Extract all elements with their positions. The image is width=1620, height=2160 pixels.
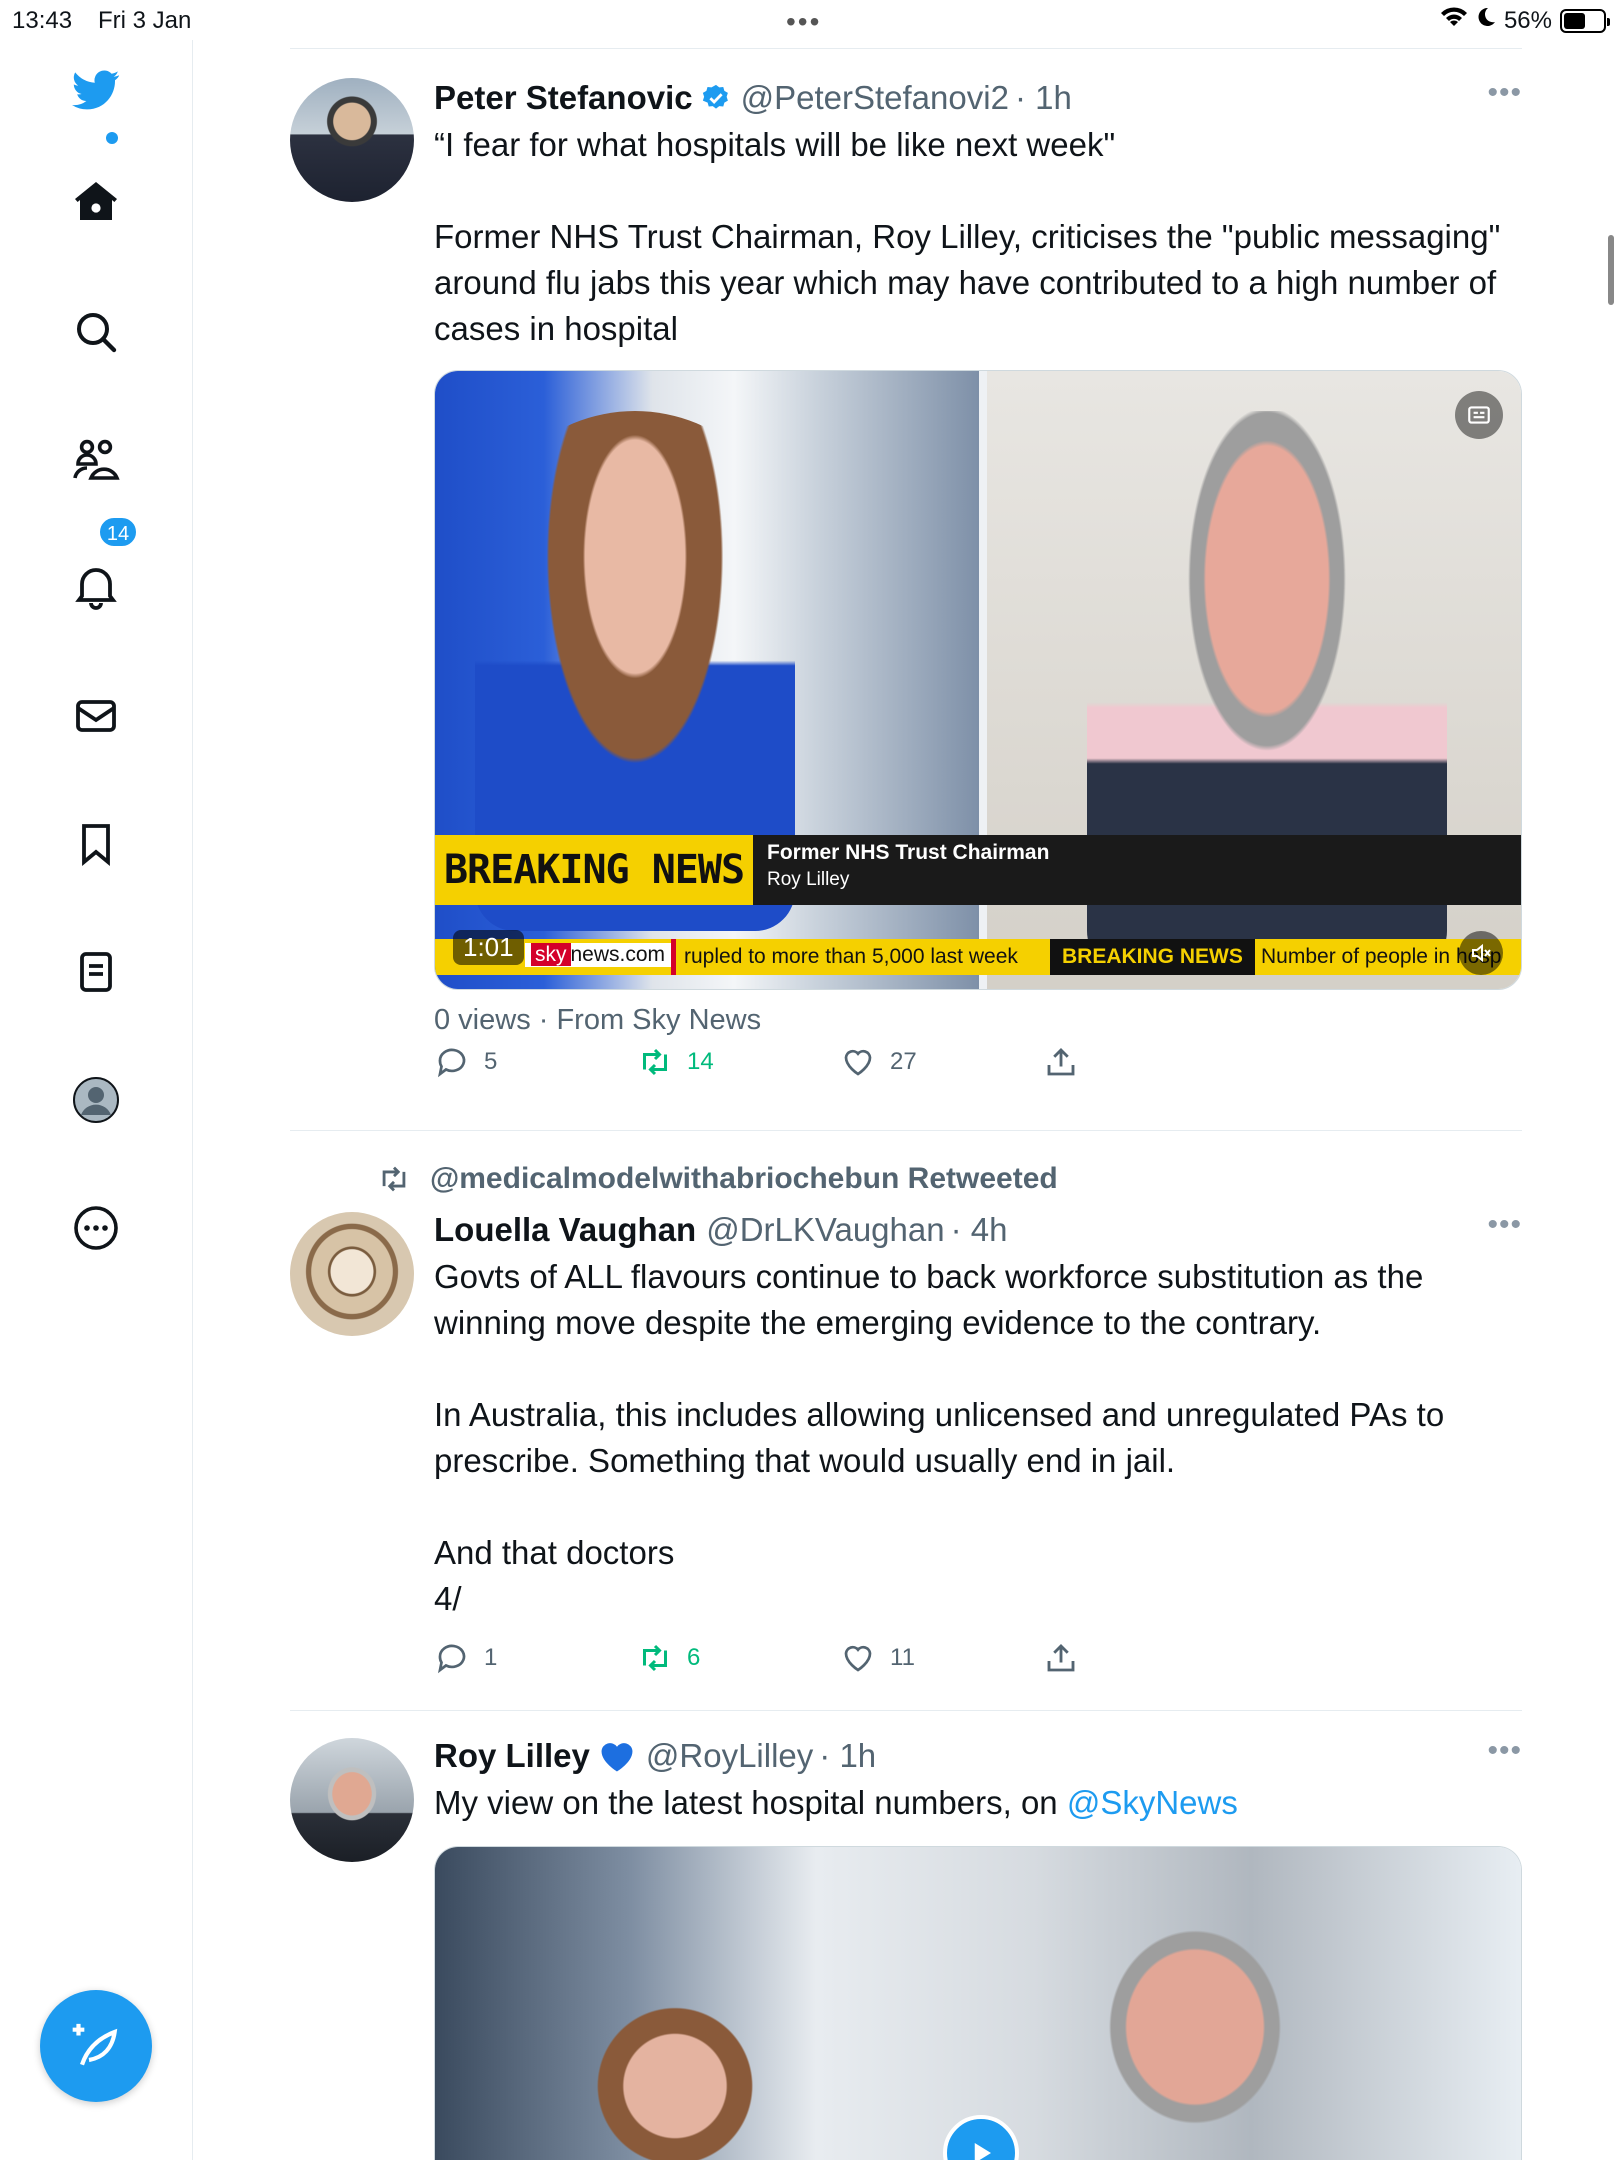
tweet-actions: 1 6 11	[434, 1638, 1246, 1678]
retweet-button[interactable]: 14	[637, 1042, 840, 1082]
reply-count: 1	[484, 1644, 498, 1671]
author-handle[interactable]: @DrLKVaughan	[706, 1211, 944, 1249]
ticker-breaking: BREAKING NEWS	[1050, 939, 1255, 975]
mention-link[interactable]: @SkyNews	[1067, 1784, 1238, 1821]
divider	[290, 1710, 1522, 1711]
multitasking-dots[interactable]: •••	[786, 6, 821, 38]
video-duration: 1:01	[453, 930, 524, 965]
notifications-icon[interactable]	[66, 556, 126, 616]
tweet-video[interactable]: BREAKING NEWS Former NHS Trust Chairman …	[434, 370, 1522, 990]
tweet-header: Roy Lilley @RoyLilley · 1h	[434, 1734, 1522, 1778]
messages-icon[interactable]	[66, 686, 126, 746]
retweeted-by-label[interactable]: @medicalmodelwithabriochebun Retweeted	[430, 1162, 1058, 1196]
status-date: Fri 3 Jan	[98, 7, 192, 34]
status-right: 56%	[1440, 6, 1610, 35]
author-name[interactable]: Louella Vaughan	[434, 1211, 696, 1249]
tweet-time[interactable]: · 1h	[819, 1737, 876, 1775]
retweeted-by: @medicalmodelwithabriochebun Retweeted	[374, 1160, 1058, 1198]
author-name[interactable]: Peter Stefanovic	[434, 79, 693, 117]
wifi-icon	[1440, 6, 1468, 35]
battery-icon	[1560, 8, 1610, 33]
share-icon	[1047, 1047, 1075, 1076]
status-bar: 13:43 Fri 3 Jan ••• 56%	[0, 0, 1620, 40]
avatar[interactable]	[290, 1212, 414, 1336]
home-unread-dot	[106, 132, 118, 144]
bookmarks-icon[interactable]	[66, 814, 126, 874]
tweet-header: Peter Stefanovic @PeterStefanovi2 · 1h	[434, 76, 1522, 120]
tweet-video[interactable]	[434, 1846, 1522, 2160]
heart-icon	[844, 1645, 872, 1672]
video-meta: 0 views · From Sky News	[434, 1004, 762, 1036]
ticker-site: sky news.com	[525, 943, 672, 967]
tweet-text-body: My view on the latest hospital numbers, …	[434, 1784, 1067, 1821]
avatar[interactable]	[290, 1738, 414, 1862]
play-icon	[974, 2143, 991, 2160]
twitter-logo-icon[interactable]	[66, 60, 126, 120]
tweet-content: Peter Stefanovic @PeterStefanovi2 · 1h •…	[434, 76, 1522, 352]
tweet-text: “I fear for what hospitals will be like …	[434, 126, 1501, 347]
battery-percent: 56%	[1503, 6, 1552, 34]
tweet-header: Louella Vaughan @DrLKVaughan · 4h	[434, 1208, 1522, 1252]
author-handle[interactable]: @RoyLilley	[646, 1737, 813, 1775]
news-ticker: sky news.com rupled to more than 5,000 la…	[435, 939, 1521, 975]
breaking-news-banner: BREAKING NEWS	[435, 835, 753, 905]
ticker-text: rupled to more than 5,000 last week	[671, 939, 1018, 975]
retweet-count: 14	[687, 1048, 714, 1075]
notification-count-badge: 14	[98, 516, 138, 548]
tweet-time[interactable]: · 4h	[951, 1211, 1008, 1249]
reply-count: 5	[484, 1048, 498, 1075]
like-button[interactable]: 11	[840, 1638, 1043, 1678]
more-options-icon[interactable]: •••	[1487, 1208, 1522, 1242]
breaking-news-label: BREAKING NEWS	[443, 847, 745, 893]
captions-toggle-icon[interactable]	[1455, 391, 1503, 439]
tweet-text: Govts of ALL flavours continue to back w…	[434, 1258, 1445, 1617]
share-button[interactable]	[1043, 1638, 1246, 1678]
reply-button[interactable]: 1	[434, 1638, 637, 1678]
more-icon[interactable]	[66, 1198, 126, 1258]
divider	[290, 1130, 1522, 1131]
home-icon[interactable]	[66, 172, 126, 232]
search-icon[interactable]	[66, 302, 126, 362]
retweet-icon	[643, 1644, 667, 1672]
reply-icon	[437, 1644, 466, 1674]
scrollbar[interactable]	[1608, 235, 1614, 305]
author-handle[interactable]: @PeterStefanovi2	[741, 79, 1009, 117]
share-icon	[1047, 1643, 1075, 1672]
more-options-icon[interactable]: •••	[1487, 1734, 1522, 1768]
mute-icon[interactable]	[1459, 931, 1503, 975]
lower-third-name: Roy Lilley	[767, 869, 850, 890]
like-button[interactable]: 27	[840, 1042, 1043, 1082]
tweet-time[interactable]: · 1h	[1015, 79, 1072, 117]
like-count: 27	[890, 1048, 917, 1075]
heart-icon	[844, 1049, 872, 1076]
compose-feather-icon	[72, 2023, 118, 2066]
more-options-icon[interactable]: •••	[1487, 76, 1522, 110]
author-name[interactable]: Roy Lilley	[434, 1737, 590, 1775]
like-count: 11	[890, 1644, 915, 1671]
reply-button[interactable]: 5	[434, 1042, 637, 1082]
retweet-count: 6	[687, 1644, 701, 1671]
lower-third: Former NHS Trust Chairman Roy Lilley	[753, 835, 1521, 905]
reply-icon	[437, 1048, 466, 1078]
share-button[interactable]	[1043, 1042, 1246, 1082]
blue-heart-icon	[598, 1739, 636, 1773]
communities-icon[interactable]	[66, 430, 126, 490]
lower-third-title: Former NHS Trust Chairman	[767, 841, 1050, 864]
verified-badge-icon	[701, 83, 731, 113]
retweet-icon	[643, 1048, 667, 1076]
tweet-text: My view on the latest hospital numbers, …	[434, 1780, 1522, 1826]
divider	[290, 48, 1522, 49]
tweet-actions: 5 14 27	[434, 1042, 1246, 1082]
compose-tweet-button[interactable]	[40, 1990, 152, 2102]
avatar[interactable]	[290, 78, 414, 202]
retweet-button[interactable]: 6	[637, 1638, 840, 1678]
tweet-content: Roy Lilley @RoyLilley · 1h ••• My view o…	[434, 1734, 1522, 1826]
lists-icon[interactable]	[66, 942, 126, 1002]
moon-icon	[1476, 6, 1496, 35]
retweet-icon	[382, 1166, 406, 1192]
tweet-content: Louella Vaughan @DrLKVaughan · 4h ••• Go…	[434, 1208, 1522, 1622]
profile-icon[interactable]	[66, 1070, 126, 1130]
status-time: 13:43	[12, 7, 73, 34]
